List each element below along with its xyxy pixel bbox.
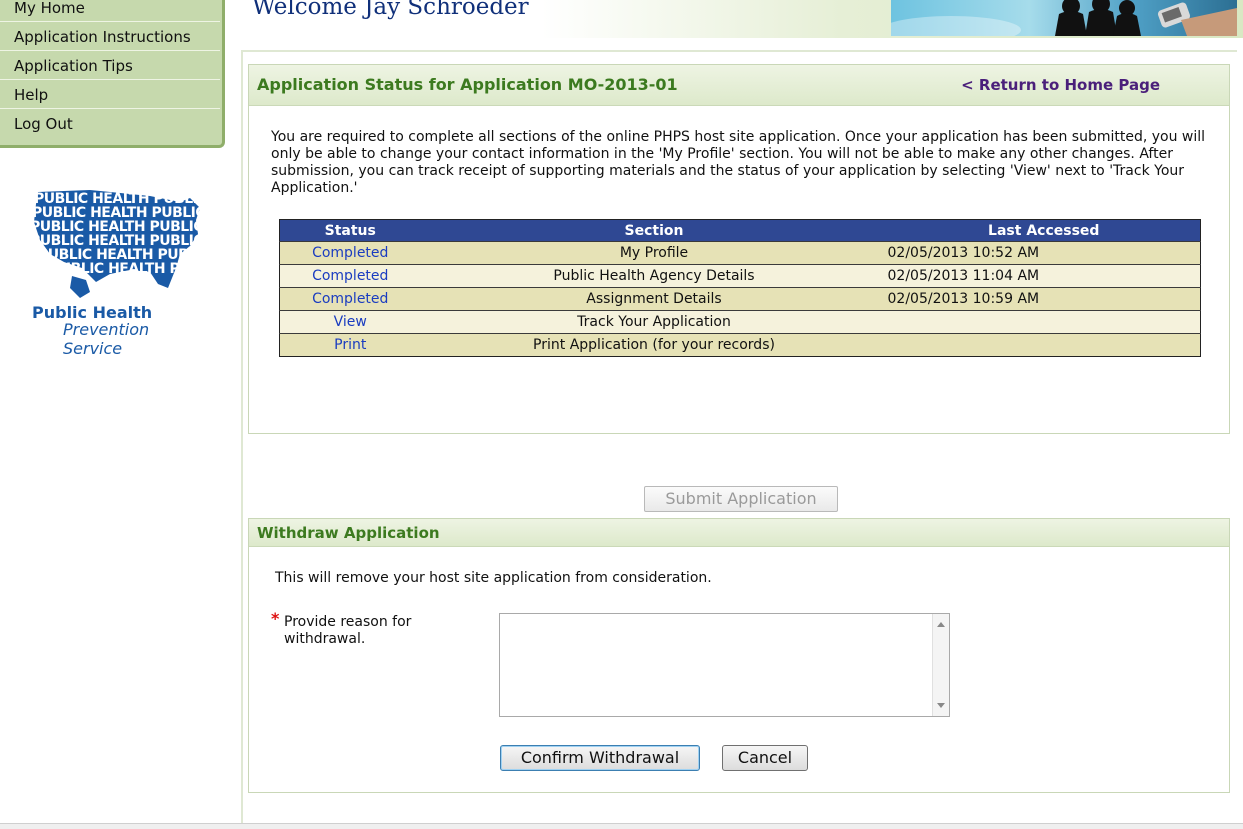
nav-item-application-instructions[interactable]: Application Instructions <box>0 23 220 51</box>
withdraw-title: Withdraw Application <box>257 524 440 542</box>
table-row: Completed My Profile 02/05/2013 10:52 AM <box>279 241 1201 265</box>
scroll-down-arrow-icon[interactable] <box>937 703 945 708</box>
nav-item-log-out[interactable]: Log Out <box>0 110 220 138</box>
nav-item-my-home[interactable]: My Home <box>0 0 220 22</box>
status-link-completed[interactable]: Completed <box>312 245 388 261</box>
table-row: Completed Assignment Details 02/05/2013 … <box>279 287 1201 311</box>
last-accessed-cell: 02/05/2013 10:59 AM <box>887 287 1201 311</box>
column-header-status: Status <box>279 219 421 242</box>
withdraw-application-panel: Withdraw Application This will remove yo… <box>248 518 1230 793</box>
cancel-button[interactable]: Cancel <box>722 745 808 771</box>
browser-status-bar <box>0 823 1243 829</box>
withdraw-note: This will remove your host site applicat… <box>275 570 712 586</box>
table-row: View Track Your Application <box>279 310 1201 334</box>
required-asterisk: * <box>271 609 280 628</box>
section-cell: Print Application (for your records) <box>420 333 888 357</box>
status-link-completed[interactable]: Completed <box>312 291 388 307</box>
table-row: Completed Public Health Agency Details 0… <box>279 264 1201 288</box>
left-sidebar: My Home Application Instructions Applica… <box>0 0 241 829</box>
last-accessed-cell: 02/05/2013 11:04 AM <box>887 264 1201 288</box>
withdrawal-reason-textarea[interactable] <box>499 613 950 717</box>
application-status-panel-header: Application Status for Application MO-20… <box>249 65 1229 106</box>
withdrawal-reason-label: Provide reason for withdrawal. <box>284 614 412 647</box>
welcome-message: Welcome Jay Schroeder <box>252 0 529 20</box>
section-cell: Track Your Application <box>420 310 888 334</box>
section-cell: My Profile <box>420 241 888 265</box>
nav-item-application-tips[interactable]: Application Tips <box>0 52 220 80</box>
nav-item-help[interactable]: Help <box>0 81 220 109</box>
instructions-paragraph: You are required to complete all section… <box>271 129 1206 196</box>
withdraw-panel-header: Withdraw Application <box>249 519 1229 547</box>
column-header-last-accessed: Last Accessed <box>887 219 1201 242</box>
submit-application-button[interactable]: Submit Application <box>644 486 838 512</box>
status-link-completed[interactable]: Completed <box>312 268 388 284</box>
column-header-section: Section <box>420 219 888 242</box>
application-sections-table: Status Section Last Accessed Completed M… <box>279 219 1201 357</box>
last-accessed-cell <box>887 310 1201 334</box>
application-status-title: Application Status for Application MO-20… <box>257 75 678 94</box>
section-cell: Assignment Details <box>420 287 888 311</box>
return-home-link[interactable]: < Return to Home Page <box>961 76 1160 94</box>
main-nav: My Home Application Instructions Applica… <box>0 0 225 148</box>
section-cell: Public Health Agency Details <box>420 264 888 288</box>
content-frame: Application Status for Application MO-20… <box>241 50 1237 829</box>
view-application-link[interactable]: View <box>334 314 367 330</box>
page-header: Welcome Jay Schroeder <box>241 0 1243 38</box>
last-accessed-cell <box>887 333 1201 357</box>
table-row: Print Print Application (for your record… <box>279 333 1201 357</box>
last-accessed-cell: 02/05/2013 10:52 AM <box>887 241 1201 265</box>
print-application-link[interactable]: Print <box>334 337 366 353</box>
logo-name-line2: Prevention Service <box>63 320 150 358</box>
scroll-up-arrow-icon[interactable] <box>937 622 945 627</box>
phps-logo: PUBLIC HEALTH PUBLIC PUBLIC HEALTH PUBLI… <box>30 188 205 358</box>
confirm-withdrawal-button[interactable]: Confirm Withdrawal <box>500 745 700 771</box>
logo-map-lettering: PUBLIC HEALTH PUBLIC PUBLIC HEALTH PUBLI… <box>30 191 205 277</box>
header-banner-image <box>891 0 1237 36</box>
application-status-panel: Application Status for Application MO-20… <box>248 64 1230 434</box>
textarea-scrollbar[interactable] <box>932 614 949 716</box>
